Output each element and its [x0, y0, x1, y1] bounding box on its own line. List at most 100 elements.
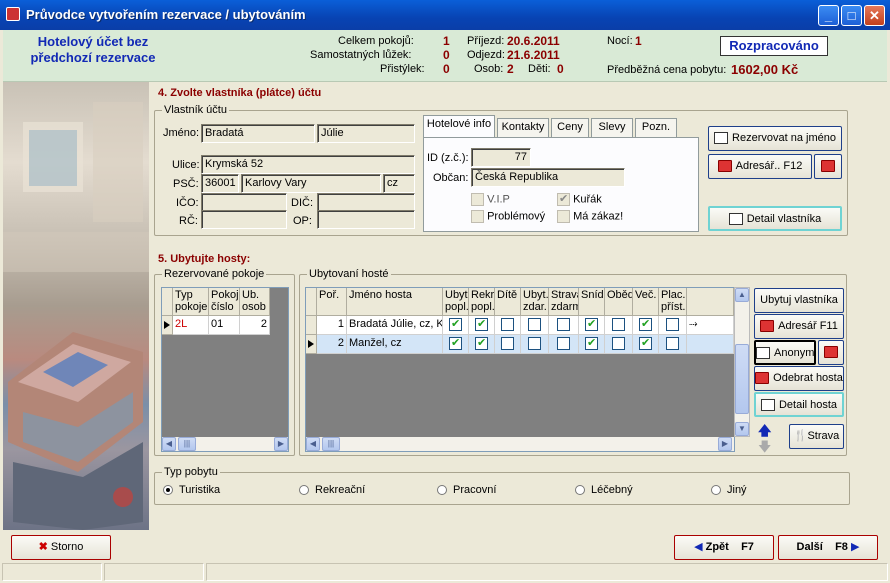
guest-name-cell[interactable]: Bradatá Júlie, cz, Ka: [347, 316, 443, 335]
guest-flag-cell[interactable]: [659, 335, 687, 354]
stay-type-radio-2[interactable]: Pracovní: [437, 484, 496, 496]
rezervovat-button[interactable]: Rezervovat na jméno: [708, 126, 842, 151]
ma-zakaz-check[interactable]: [557, 210, 570, 223]
surname-field[interactable]: Bradatá: [201, 124, 315, 143]
guest-flag-checkbox[interactable]: [557, 337, 570, 350]
op-field[interactable]: [317, 210, 415, 229]
country-code-field[interactable]: cz: [383, 174, 415, 193]
guest-add-address-button[interactable]: [818, 340, 844, 365]
rc-field[interactable]: [201, 210, 287, 229]
guest-flag-cell[interactable]: [469, 316, 495, 335]
guest-flag-cell[interactable]: [521, 335, 549, 354]
scroll-thumb[interactable]: |||: [322, 437, 340, 451]
guest-flag-cell[interactable]: [605, 335, 633, 354]
guest-flag-checkbox[interactable]: [475, 336, 488, 350]
guests-col-7[interactable]: Sníd.: [579, 288, 605, 316]
guests-col-3[interactable]: Rekr. popl.: [469, 288, 495, 316]
guests-col-6[interactable]: Strava zdarma: [549, 288, 579, 316]
rooms-horizontal-scrollbar[interactable]: ◀ ||| ▶: [162, 437, 288, 451]
odebrat-hosta-button[interactable]: Odebrat hosta: [754, 366, 844, 391]
guest-flag-checkbox[interactable]: [557, 318, 570, 331]
guest-flag-checkbox[interactable]: [449, 317, 462, 331]
move-down-icon[interactable]: 🡇: [758, 438, 771, 460]
radio-circle[interactable]: [575, 485, 585, 496]
stay-type-radio-3[interactable]: Léčebný: [575, 484, 633, 496]
guest-flag-cell[interactable]: [633, 316, 659, 335]
guest-flag-cell[interactable]: [443, 335, 469, 354]
tab-kontakty[interactable]: Kontakty: [497, 118, 549, 137]
radio-circle[interactable]: [299, 485, 309, 496]
guest-flag-cell[interactable]: [469, 335, 495, 354]
guest-flag-checkbox[interactable]: [501, 318, 514, 331]
zpet-button[interactable]: ◀ Zpět F7: [674, 535, 774, 560]
guest-flag-checkbox[interactable]: [528, 318, 541, 331]
guest-flag-checkbox[interactable]: [639, 317, 652, 331]
scroll-right-icon[interactable]: ▶: [718, 437, 732, 451]
kurak-checkbox[interactable]: Kuřák: [557, 192, 602, 206]
guest-flag-checkbox[interactable]: [449, 336, 462, 350]
guests-col-4[interactable]: Dítě: [495, 288, 521, 316]
room-type-cell[interactable]: 2L: [173, 316, 209, 335]
guest-flag-cell[interactable]: [579, 316, 605, 335]
guests-grid[interactable]: Poř. Jméno hosta Ubyt. popl. Rekr. popl. Dít…: [305, 287, 735, 452]
guest-flag-cell[interactable]: [633, 335, 659, 354]
street-field[interactable]: Krymská 52: [201, 155, 415, 174]
scroll-left-icon[interactable]: ◀: [162, 437, 176, 451]
guest-flag-cell[interactable]: [605, 316, 633, 335]
guest-flag-checkbox[interactable]: [585, 336, 598, 350]
citizenship-field[interactable]: Česká Republika: [471, 168, 625, 187]
scroll-thumb[interactable]: |||: [178, 437, 196, 451]
rooms-grid[interactable]: Typ pokoje Pokoj číslo Ub. osob 2L 01 2 …: [161, 287, 289, 452]
room-persons-cell[interactable]: 2: [240, 316, 270, 335]
guest-row-selector[interactable]: [306, 335, 317, 354]
tab-ceny[interactable]: Ceny: [551, 118, 589, 137]
guests-col-1[interactable]: Jméno hosta: [347, 288, 443, 316]
vscroll-thumb[interactable]: [735, 344, 749, 414]
guest-flag-checkbox[interactable]: [585, 317, 598, 331]
close-button[interactable]: ✕: [864, 5, 885, 26]
guest-flag-checkbox[interactable]: [475, 317, 488, 331]
tab-hotelove-info[interactable]: Hotelové info: [423, 115, 495, 137]
guest-flag-checkbox[interactable]: [528, 337, 541, 350]
guest-flag-cell[interactable]: [659, 316, 687, 335]
guests-col-2[interactable]: Ubyt. popl.: [443, 288, 469, 316]
guests-col-9[interactable]: Več.: [633, 288, 659, 316]
detail-vlastnika-button[interactable]: Detail vlastníka: [708, 206, 842, 231]
ubytuj-vlastnika-button[interactable]: Ubytuj vlastníka: [754, 288, 844, 313]
minimize-button[interactable]: _: [818, 5, 839, 26]
title-bar[interactable]: Průvodce vytvořením rezervace / ubytován…: [0, 0, 890, 30]
problemovy-checkbox[interactable]: Problémový: [471, 210, 545, 223]
firstname-field[interactable]: Júlie: [317, 124, 415, 143]
scroll-up-icon[interactable]: ▲: [735, 288, 749, 302]
guest-flag-cell[interactable]: [521, 316, 549, 335]
tab-slevy[interactable]: Slevy: [591, 118, 633, 137]
radio-circle[interactable]: [711, 485, 721, 496]
guest-flag-cell[interactable]: [443, 316, 469, 335]
ma-zakaz-checkbox[interactable]: Má zákaz!: [557, 210, 623, 223]
owner-add-address-button[interactable]: [814, 154, 842, 179]
guest-order-cell[interactable]: 1: [317, 316, 347, 335]
dalsi-button[interactable]: Další F8 ▶: [778, 535, 878, 560]
guests-col-8[interactable]: Oběd: [605, 288, 633, 316]
guest-flag-checkbox[interactable]: [612, 318, 625, 331]
id-field[interactable]: 77: [471, 148, 531, 167]
scroll-down-icon[interactable]: ▼: [735, 422, 749, 436]
tab-pozn[interactable]: Pozn.: [635, 118, 677, 137]
storno-button[interactable]: ✖ Storno: [11, 535, 111, 560]
guest-name-cell[interactable]: Manžel, cz: [347, 335, 443, 354]
stay-type-radio-0[interactable]: Turistika: [163, 484, 220, 496]
guest-flag-checkbox[interactable]: [639, 336, 652, 350]
guest-flag-cell[interactable]: [579, 335, 605, 354]
guest-flag-checkbox[interactable]: [501, 337, 514, 350]
problemovy-check[interactable]: [471, 210, 484, 223]
rooms-col-pokoj[interactable]: Pokoj číslo: [209, 288, 240, 316]
stay-type-radio-4[interactable]: Jiný: [711, 484, 747, 496]
owner-adresar-button[interactable]: Adresář.. F12: [708, 154, 812, 179]
guests-col-5[interactable]: Ubyt. zdar.: [521, 288, 549, 316]
zip-field[interactable]: 36001: [201, 174, 239, 193]
rooms-col-osob[interactable]: Ub. osob: [240, 288, 270, 316]
guest-adresar-button[interactable]: Adresář F11: [754, 314, 844, 339]
kurak-check[interactable]: [557, 192, 570, 206]
room-number-cell[interactable]: 01: [209, 316, 240, 335]
city-field[interactable]: Karlovy Vary: [241, 174, 381, 193]
